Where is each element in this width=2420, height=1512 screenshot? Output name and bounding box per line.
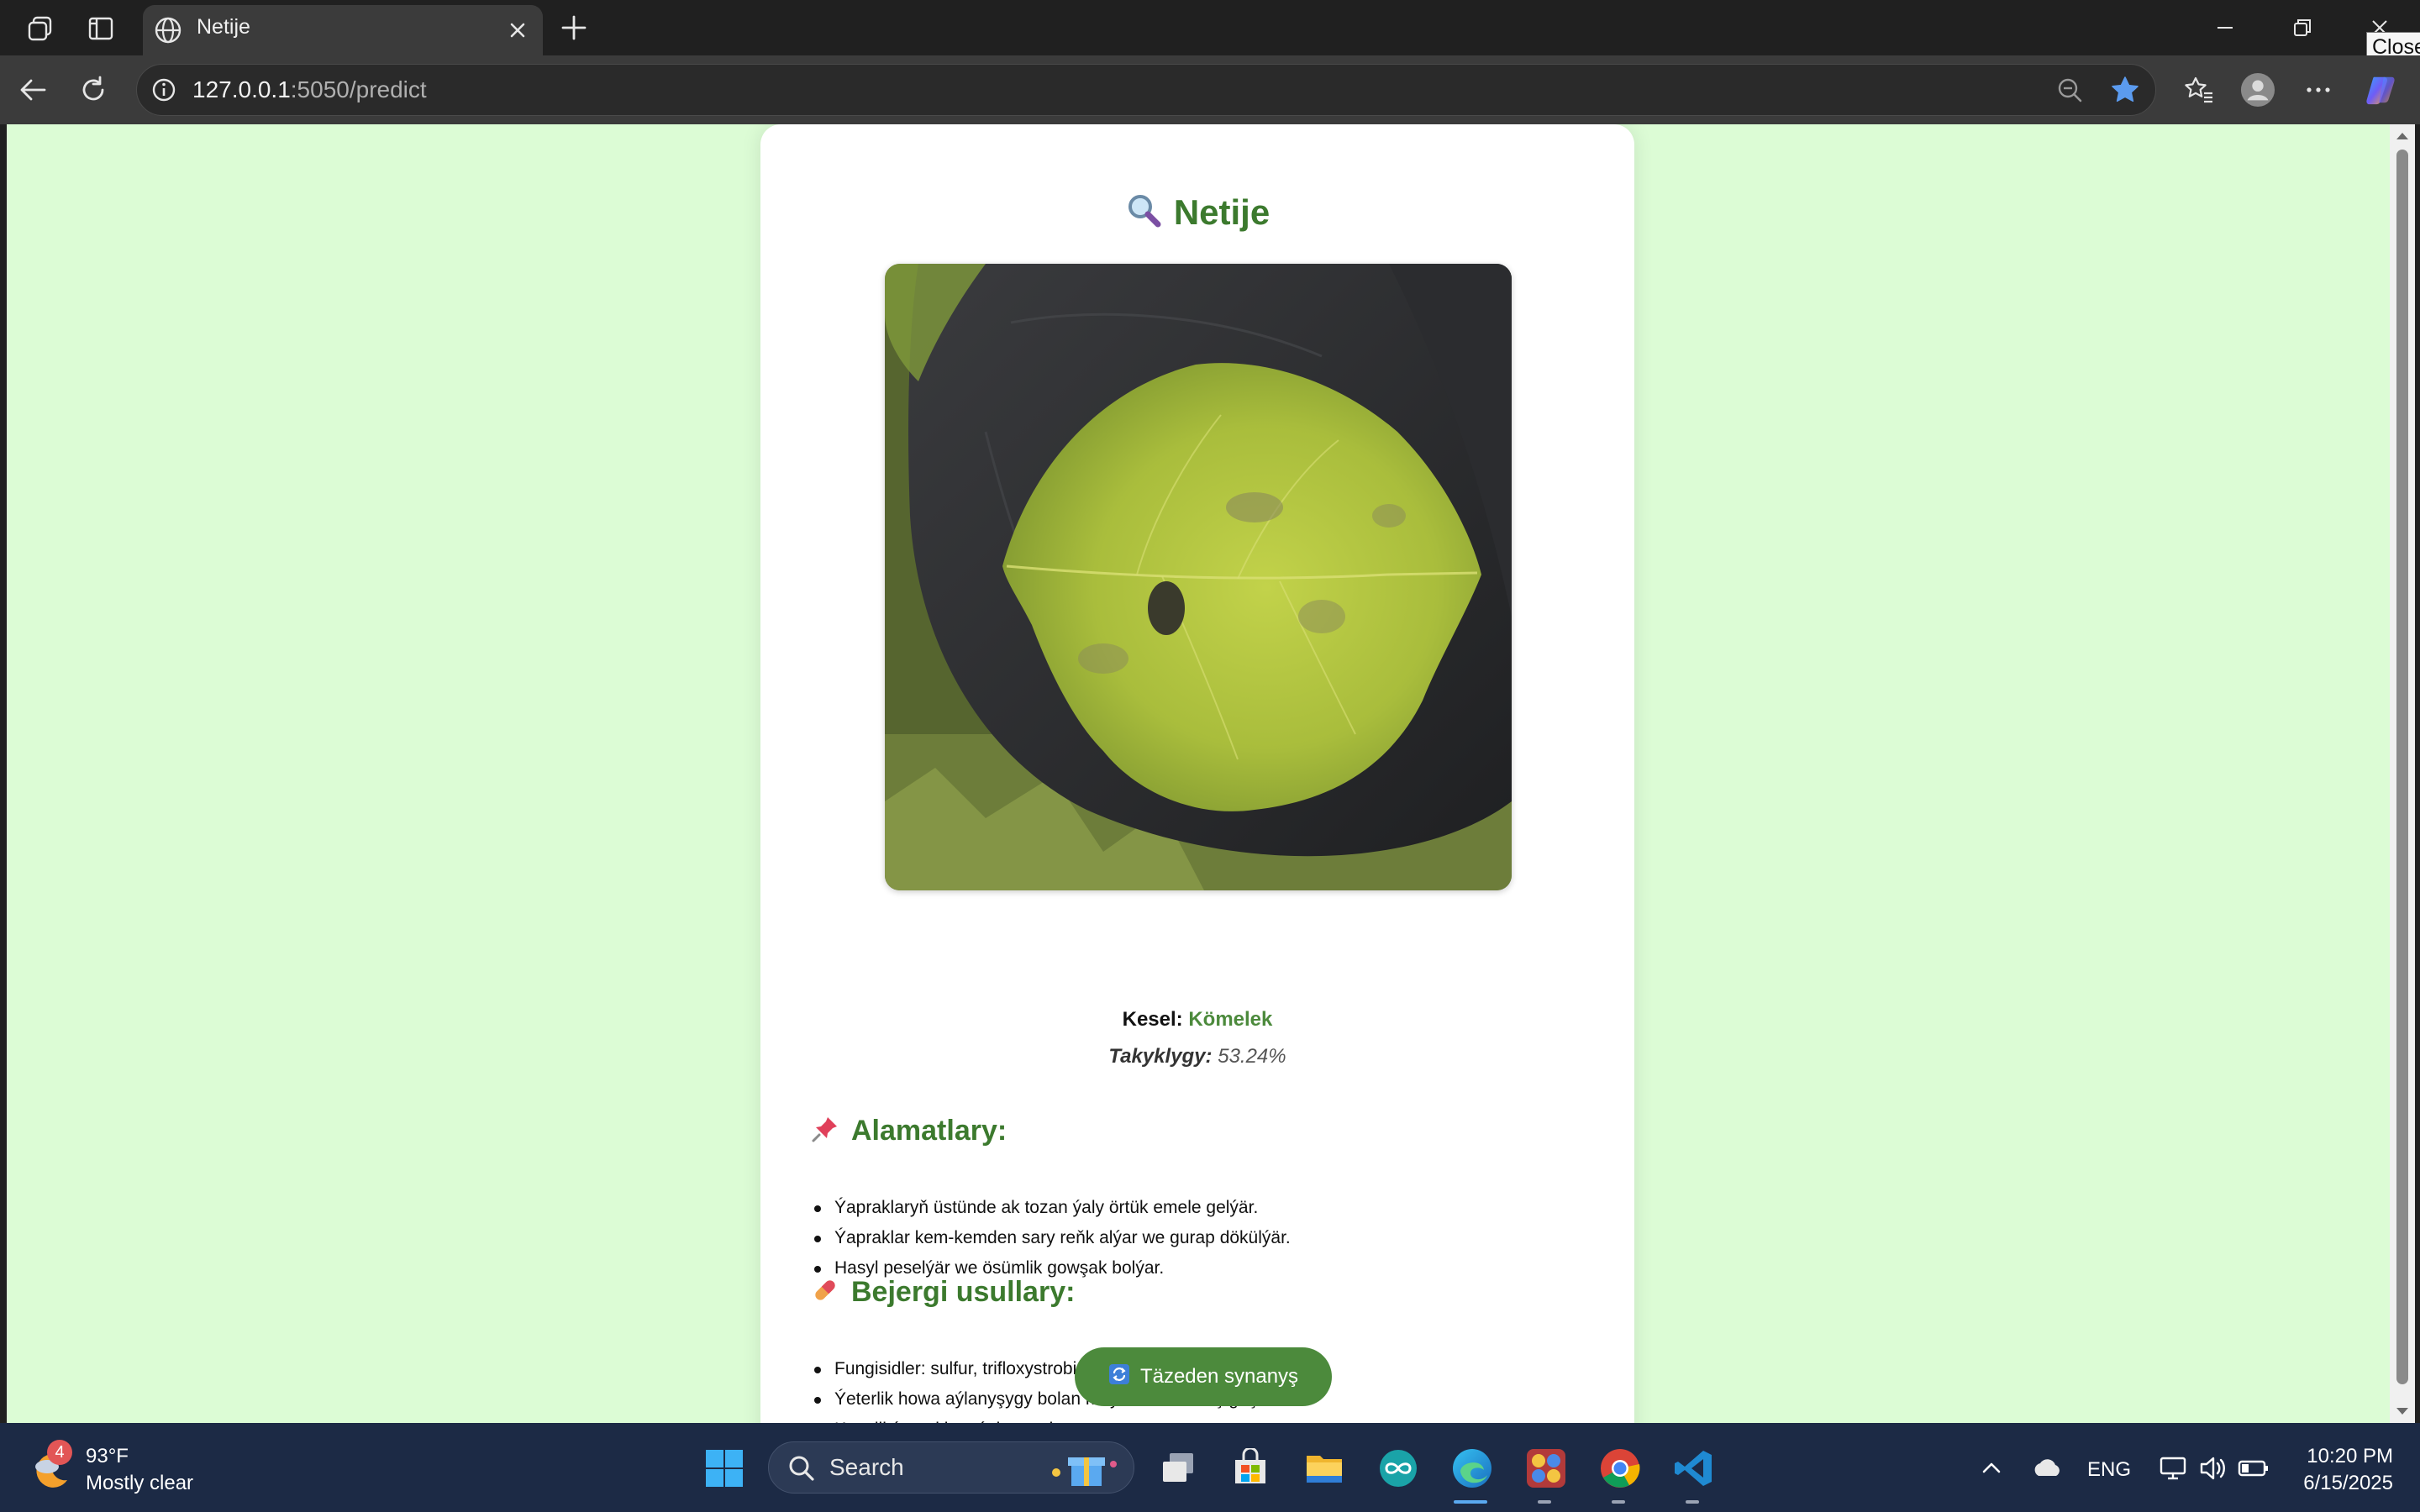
confidence-line: Takyklygy: 53.24%: [1108, 1045, 1286, 1068]
disease-line: Kesel: Kömelek: [1122, 1008, 1273, 1031]
windows-taskbar: 4 93°F Mostly clear Search ENG 10:20 PM …: [0, 1423, 2420, 1512]
list-item: Ýapraklaryň üstünde ak tozan ýaly örtük …: [814, 1193, 1291, 1223]
tab-title: Netije: [197, 15, 250, 39]
active-tab[interactable]: Netije: [143, 5, 543, 55]
address-bar[interactable]: 127.0.0.1:5050/predict: [136, 64, 2156, 116]
zoom-out-icon[interactable]: [2053, 73, 2086, 107]
leaf-photo: [885, 264, 1512, 890]
browser-toolbar: 127.0.0.1:5050/predict: [0, 55, 2420, 124]
page-scrollbar[interactable]: [2390, 124, 2415, 1423]
scrollbar-thumb[interactable]: [2396, 150, 2408, 1384]
weather-widget[interactable]: 4 93°F Mostly clear: [29, 1440, 247, 1499]
battery-icon[interactable]: [2230, 1445, 2277, 1492]
favorite-star-icon[interactable]: [2108, 73, 2142, 107]
result-card: Netije Kesel: Kömelek Takyklygy: 53.24% …: [760, 124, 1634, 1423]
weather-condition: Mostly clear: [86, 1472, 194, 1494]
gift-icon: [1052, 1457, 1117, 1486]
scroll-up-icon[interactable]: [2394, 128, 2411, 144]
list-item: Ýapraklar kem-kemden sary reňk alýar we …: [814, 1223, 1291, 1253]
page-title: Netije: [760, 192, 1634, 238]
retry-label: Täzeden synanyş: [1139, 1365, 1299, 1388]
retry-button[interactable]: Täzeden synanyş: [1075, 1347, 1332, 1406]
new-tab-icon[interactable]: [556, 10, 592, 45]
app-indicator: [1538, 1500, 1551, 1504]
site-info-icon[interactable]: [147, 73, 181, 107]
confidence-value: 53.24%: [1218, 1045, 1286, 1068]
workspaces-icon[interactable]: [24, 12, 57, 45]
app-indicator: [1612, 1500, 1625, 1504]
minimize-icon[interactable]: [2200, 8, 2250, 47]
game-app-icon[interactable]: [1523, 1445, 1570, 1492]
clock-date[interactable]: 6/15/2025: [2286, 1472, 2393, 1495]
clock-time[interactable]: 10:20 PM: [2301, 1445, 2393, 1468]
page-viewport: Netije Kesel: Kömelek Takyklygy: 53.24% …: [7, 124, 2390, 1423]
tray-chevron-icon[interactable]: [1968, 1445, 2015, 1492]
app-indicator: [1686, 1500, 1699, 1504]
refresh-icon[interactable]: [76, 72, 111, 108]
magnifier-icon: [1125, 192, 1162, 238]
copilot-icon[interactable]: [2363, 72, 2398, 108]
taskbar-search[interactable]: Search: [768, 1441, 1134, 1494]
language-indicator[interactable]: ENG: [2087, 1458, 2131, 1482]
vertical-tabs-icon[interactable]: [84, 12, 118, 45]
symptoms-list: Ýapraklaryň üstünde ak tozan ýaly örtük …: [811, 1193, 1291, 1284]
disease-value: Kömelek: [1188, 1008, 1273, 1031]
pushpin-icon: [811, 1115, 839, 1151]
pill-icon: [811, 1276, 839, 1312]
globe-icon: [151, 13, 185, 47]
symptoms-heading: Alamatlary:: [811, 1114, 1007, 1151]
close-tab-icon[interactable]: [501, 13, 534, 47]
weather-temp: 93°F: [86, 1445, 129, 1467]
scroll-down-icon[interactable]: [2394, 1403, 2411, 1420]
refresh-emoji-icon: [1108, 1363, 1130, 1391]
more-icon[interactable]: [2301, 72, 2336, 108]
microsoft-store-icon[interactable]: [1227, 1445, 1274, 1492]
chrome-icon[interactable]: [1597, 1445, 1644, 1492]
vscode-icon[interactable]: [1670, 1445, 1718, 1492]
search-icon: [789, 1456, 814, 1481]
weather-badge: 4: [47, 1440, 72, 1465]
favorites-icon[interactable]: [2181, 72, 2217, 108]
profile-icon[interactable]: [2240, 72, 2275, 108]
browser-titlebar: Netije Close: [0, 0, 2420, 62]
file-explorer-icon[interactable]: [1301, 1445, 1348, 1492]
onedrive-icon[interactable]: [2023, 1445, 2070, 1492]
restore-icon[interactable]: [2277, 8, 2328, 47]
task-view-icon[interactable]: [1155, 1445, 1202, 1492]
url-text[interactable]: 127.0.0.1:5050/predict: [192, 76, 427, 103]
edge-icon[interactable]: [1449, 1445, 1496, 1492]
list-item: Keselli ýapraklary ýok etmek.: [834, 1415, 1305, 1423]
treatment-heading: Bejergi usullary:: [811, 1275, 1075, 1312]
edge-active-indicator: [1454, 1500, 1487, 1504]
windows-start-icon[interactable]: [701, 1445, 748, 1492]
arduino-icon[interactable]: [1375, 1445, 1422, 1492]
back-icon[interactable]: [15, 72, 50, 108]
